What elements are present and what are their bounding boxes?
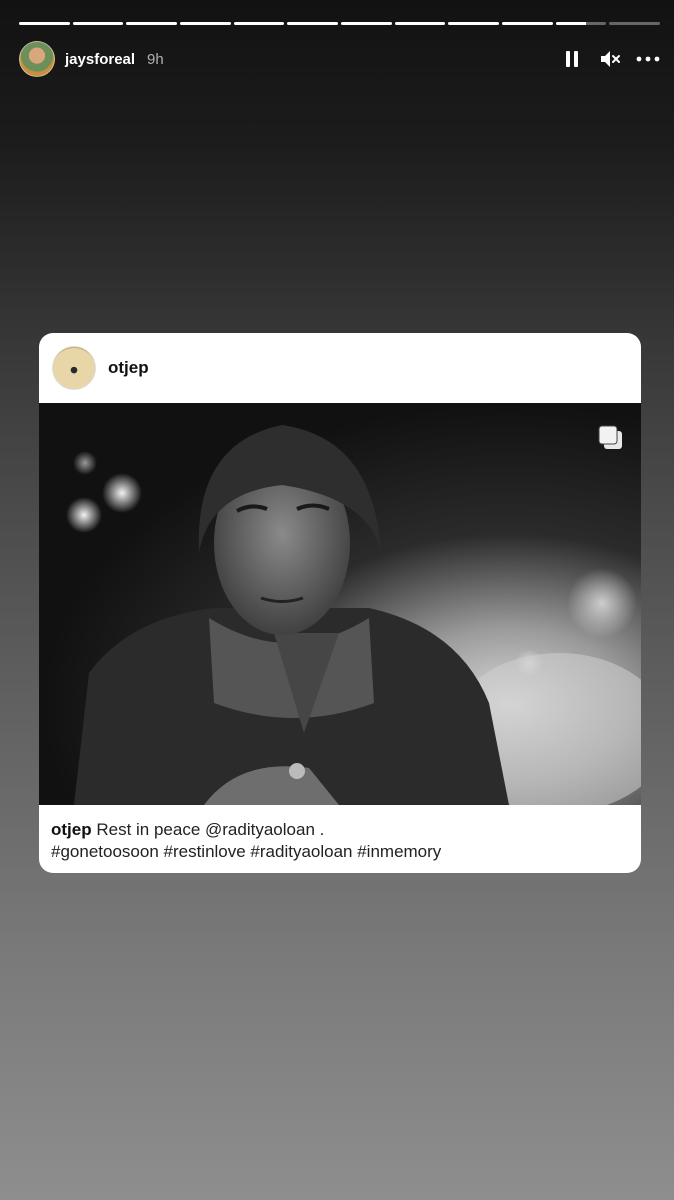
progress-fill xyxy=(72,22,124,25)
progress-fill xyxy=(19,22,70,25)
progress-segment xyxy=(126,22,178,25)
progress-fill xyxy=(180,22,231,25)
avatar[interactable] xyxy=(19,41,55,77)
progress-fill xyxy=(394,22,446,25)
progress-fill xyxy=(126,22,178,25)
progress-segment xyxy=(180,22,231,25)
caption-username[interactable]: otjep xyxy=(51,820,92,839)
pause-icon[interactable] xyxy=(560,47,584,71)
story-username[interactable]: jaysforeal xyxy=(65,51,135,68)
progress-fill xyxy=(287,22,339,25)
more-dots-icon[interactable] xyxy=(636,47,660,71)
progress-fill xyxy=(448,22,500,25)
progress-fill xyxy=(555,22,587,25)
shared-post-card[interactable]: otjep otjep Rest in peace @radityaoloan … xyxy=(39,333,641,873)
progress-segment xyxy=(609,22,661,25)
post-header: otjep xyxy=(39,333,641,403)
progress-fill xyxy=(233,22,285,25)
progress-segment xyxy=(72,22,124,25)
progress-segment xyxy=(19,22,70,25)
post-caption: otjep Rest in peace @radityaoloan . #gon… xyxy=(39,805,641,863)
progress-segment xyxy=(502,22,553,25)
post-photo[interactable] xyxy=(39,403,641,805)
story-timestamp: 9h xyxy=(147,50,164,68)
speaker-muted-icon[interactable] xyxy=(598,47,622,71)
multiple-photos-icon xyxy=(596,423,624,451)
progress-fill xyxy=(502,22,553,25)
progress-segment xyxy=(555,22,607,25)
progress-fill xyxy=(341,22,392,25)
progress-segment xyxy=(233,22,285,25)
progress-segment xyxy=(341,22,392,25)
progress-segment xyxy=(287,22,339,25)
progress-segment xyxy=(448,22,500,25)
progress-segment xyxy=(394,22,446,25)
avatar[interactable] xyxy=(52,346,96,390)
story-header: jaysforeal 9h xyxy=(19,40,660,78)
post-username[interactable]: otjep xyxy=(108,358,149,378)
story-controls xyxy=(560,47,660,71)
story-progress-bar xyxy=(19,22,661,26)
caption-hashtags[interactable]: #gonetoosoon #restinlove #radityaoloan #… xyxy=(51,842,441,861)
caption-text: Rest in peace @radityaoloan . xyxy=(96,820,325,839)
